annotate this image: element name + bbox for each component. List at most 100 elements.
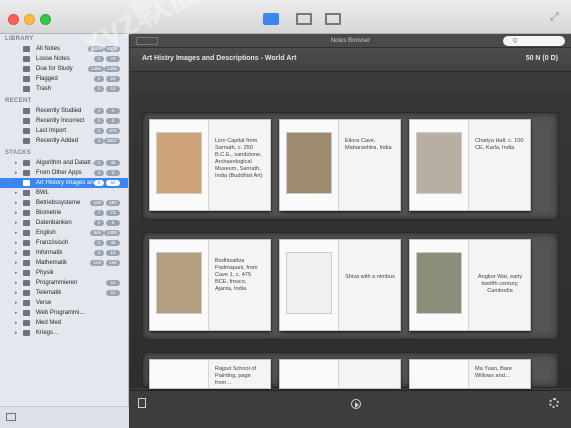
- shelf-row: Bodhisattva Padmapani, from Cave 1, c. 4…: [142, 232, 559, 340]
- library-item[interactable]: All Notes 1468 6974: [0, 44, 128, 54]
- stack-icon: [23, 290, 30, 296]
- recent-item[interactable]: Recently Incorrect 0 0: [0, 116, 128, 126]
- note-card[interactable]: Ma Yuan, Bare Willows and…: [409, 359, 531, 389]
- library-item[interactable]: Trash 0 18: [0, 84, 128, 94]
- stack-item[interactable]: ▸ Verse: [0, 298, 128, 308]
- stack-item[interactable]: ▸ Algorithm and Datatr… 0 45: [0, 158, 128, 168]
- note-card[interactable]: [279, 359, 401, 389]
- disclosure-icon[interactable]: ▸: [15, 248, 18, 258]
- disclosure-icon[interactable]: ▸: [15, 268, 18, 278]
- disclosure-icon[interactable]: ▸: [15, 298, 18, 308]
- note-card[interactable]: Chaitya Hall, c. 100 CE, Karla, India: [409, 119, 531, 211]
- due-count-badge: 0: [94, 118, 104, 124]
- stack-item[interactable]: ▸ Programmieren 11: [0, 278, 128, 288]
- stack-icon: [23, 86, 30, 92]
- disclosure-icon[interactable]: ▸: [15, 228, 18, 238]
- stack-item[interactable]: ▸ Kriegs…: [0, 328, 128, 338]
- stack-item[interactable]: ▸ Web Programmi…: [0, 308, 128, 318]
- card-text: Eilora Cave, Maharashtra, India: [340, 120, 400, 210]
- recent-item[interactable]: Recently Added 0 3837: [0, 136, 128, 146]
- stack-item[interactable]: ▸ Art History Images an 0 50: [0, 178, 128, 188]
- total-count-badge: 18: [106, 86, 120, 92]
- stack-item[interactable]: ▸ BWL: [0, 188, 128, 198]
- note-card[interactable]: Rajput School of Painting, page from…: [149, 359, 271, 389]
- due-count-badge: 0: [94, 240, 104, 246]
- note-card[interactable]: Angkor Wat, early twelfth century, Cambo…: [409, 239, 531, 331]
- disclosure-icon[interactable]: ▸: [15, 288, 18, 298]
- stack-item[interactable]: ▸ Betriebssysteme 149 160: [0, 198, 128, 208]
- close-button[interactable]: [8, 14, 19, 25]
- stack-label: Betriebssysteme: [36, 200, 81, 206]
- card-text: Angkor Wat, early twelfth century, Cambo…: [470, 240, 530, 330]
- stack-item[interactable]: ▸ Datenbanken 0 5: [0, 218, 128, 228]
- library-item[interactable]: Loose Notes 0 76: [0, 54, 128, 64]
- due-count-badge: 0: [94, 250, 104, 256]
- note-card[interactable]: Lion Capital from Sarnath, c. 250 B.C.E.…: [149, 119, 271, 211]
- disclosure-icon[interactable]: ▸: [15, 178, 18, 188]
- add-stack-icon[interactable]: [6, 413, 16, 421]
- stack-item[interactable]: ▸ Physik: [0, 268, 128, 278]
- due-count-badge: 149: [90, 260, 104, 266]
- fullscreen-icon[interactable]: ⤢: [550, 12, 561, 23]
- due-count-badge: 0: [94, 180, 104, 186]
- window-icon[interactable]: [325, 13, 341, 25]
- disclosure-icon[interactable]: ▸: [15, 218, 18, 228]
- stack-label: Verse: [36, 300, 52, 306]
- disclosure-icon[interactable]: ▸: [15, 238, 18, 248]
- inbox-icon[interactable]: [263, 13, 279, 25]
- disclosure-icon[interactable]: ▸: [15, 318, 18, 328]
- search-input[interactable]: Q: [503, 36, 565, 46]
- stack-item[interactable]: ▸ Mathematik 149 160: [0, 258, 128, 268]
- due-count-badge: 0: [94, 56, 104, 62]
- disclosure-icon[interactable]: ▸: [15, 328, 18, 338]
- recent-item[interactable]: Last Import 0 870: [0, 126, 128, 136]
- stack-label: Telematik: [36, 290, 62, 296]
- stack-label: English: [36, 230, 56, 236]
- recent-item[interactable]: Recently Studied 4 4: [0, 106, 128, 116]
- total-count-badge: 3837: [103, 138, 120, 144]
- stack-label: Med Med: [36, 320, 62, 326]
- disclosure-icon[interactable]: ▸: [15, 258, 18, 268]
- stack-label: Datenbanken: [36, 220, 72, 226]
- minimize-button[interactable]: [24, 14, 35, 25]
- stack-item[interactable]: ▸ Informatik 0 10: [0, 248, 128, 258]
- recent-label: Recently Added: [36, 138, 79, 144]
- library-item[interactable]: Due for Study 1468 1496: [0, 64, 128, 74]
- stack-item[interactable]: ▸ Med Med: [0, 318, 128, 328]
- stack-item[interactable]: ▸ Biometrie 7 73: [0, 208, 128, 218]
- note-card[interactable]: Eilora Cave, Maharashtra, India: [279, 119, 401, 211]
- stack-icon: [23, 160, 30, 166]
- stack-item[interactable]: ▸ From Other Apps 0 0: [0, 168, 128, 178]
- total-count-badge: 4: [106, 108, 120, 114]
- note-card[interactable]: Shiva with a nimbus: [279, 239, 401, 331]
- total-count-badge: 6974: [103, 46, 120, 52]
- library-item[interactable]: Flagged 0 18: [0, 74, 128, 84]
- disclosure-icon[interactable]: ▸: [15, 308, 18, 318]
- stack-icon: [23, 76, 30, 82]
- disclosure-icon[interactable]: ▸: [15, 188, 18, 198]
- disclosure-icon[interactable]: ▸: [15, 208, 18, 218]
- total-count-badge: 160: [106, 260, 120, 266]
- stack-item[interactable]: ▸ Telematik 11: [0, 288, 128, 298]
- disclosure-icon[interactable]: ▸: [15, 198, 18, 208]
- note-card[interactable]: Bodhisattva Padmapani, from Cave 1, c. 4…: [149, 239, 271, 331]
- stack-item[interactable]: ▸ English 848 1400: [0, 228, 128, 238]
- total-count-badge: 18: [106, 76, 120, 82]
- play-icon[interactable]: [351, 399, 361, 409]
- recent-section-title: RECENT: [5, 98, 32, 104]
- add-note-icon[interactable]: [138, 398, 146, 408]
- total-count-badge: 160: [106, 200, 120, 206]
- due-count-badge: 0: [94, 220, 104, 226]
- app-window: ⤢ LIBRARY All Notes 1468 6974 Loose Notes 0 7…: [0, 0, 571, 428]
- due-count-badge: 0: [94, 128, 104, 134]
- title-bar: ⤢: [0, 0, 571, 34]
- monitor-icon[interactable]: [296, 13, 312, 25]
- gear-icon[interactable]: [549, 398, 559, 408]
- disclosure-icon[interactable]: ▸: [15, 278, 18, 288]
- total-count-badge: 1496: [103, 66, 120, 72]
- zoom-button[interactable]: [40, 14, 51, 25]
- card-text: Shiva with a nimbus: [340, 240, 400, 330]
- disclosure-icon[interactable]: ▸: [15, 158, 18, 168]
- stack-item[interactable]: ▸ Französisch 0 45: [0, 238, 128, 248]
- disclosure-icon[interactable]: ▸: [15, 168, 18, 178]
